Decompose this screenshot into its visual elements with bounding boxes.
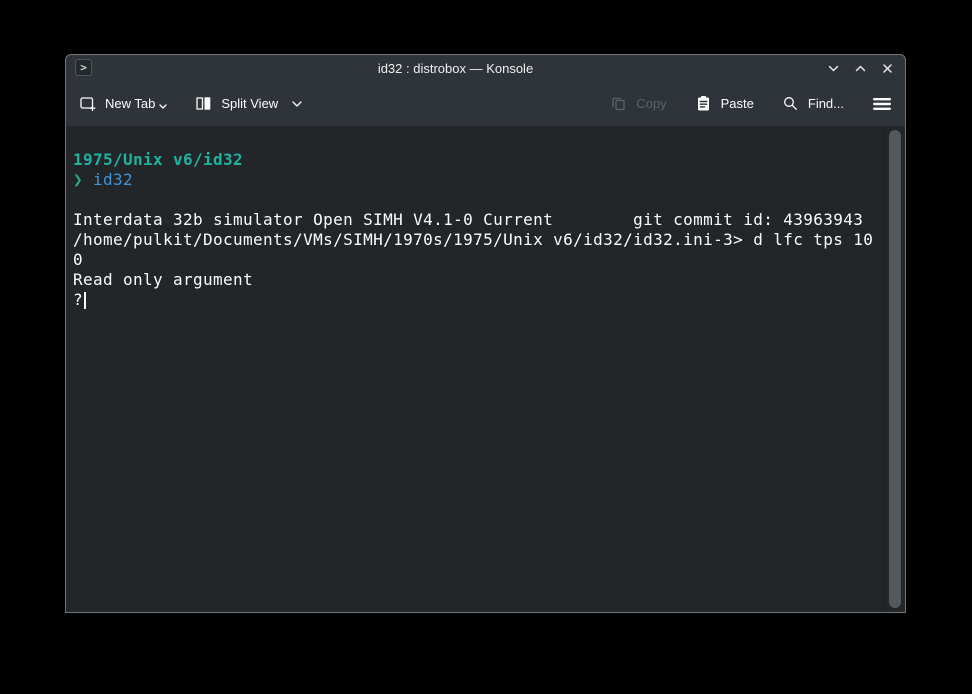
- hamburger-menu-button[interactable]: [872, 96, 892, 112]
- chevron-down-icon: [291, 100, 303, 108]
- titlebar[interactable]: > id32 : distrobox — Konsole: [66, 55, 905, 81]
- terminal-line: 1975/Unix v6/id32: [73, 150, 884, 170]
- split-view-label: Split View: [221, 96, 278, 111]
- terminal-text-segment: Read only argument: [73, 270, 253, 289]
- terminal-line: ?: [73, 290, 884, 310]
- find-button[interactable]: Find...: [782, 95, 844, 112]
- search-icon: [782, 95, 799, 112]
- konsole-app-icon[interactable]: >: [75, 59, 92, 76]
- scrollbar-track[interactable]: [884, 126, 905, 612]
- terminal-line: 0: [73, 250, 884, 270]
- terminal-text-segment: id32: [93, 170, 133, 189]
- terminal-line: Read only argument: [73, 270, 884, 290]
- minimize-button[interactable]: [825, 60, 841, 76]
- copy-label: Copy: [636, 96, 666, 111]
- tab-new-icon: [79, 95, 96, 112]
- konsole-window: > id32 : distrobox — Konsole: [65, 54, 906, 613]
- paste-button[interactable]: Paste: [695, 95, 754, 112]
- terminal-text-segment: ?: [73, 290, 83, 309]
- terminal-output[interactable]: 1975/Unix v6/id32❯ id32 Interdata 32b sim…: [66, 126, 884, 612]
- terminal-line: Interdata 32b simulator Open SIMH V4.1-0…: [73, 210, 884, 230]
- text-cursor: [84, 292, 86, 309]
- new-tab-button[interactable]: New Tab: [79, 95, 167, 112]
- split-view-icon: [195, 95, 212, 112]
- split-view-button[interactable]: Split View: [195, 95, 303, 112]
- toolbar: New Tab Split View: [66, 81, 905, 126]
- paste-label: Paste: [721, 96, 754, 111]
- copy-icon: [610, 95, 627, 112]
- window-title: id32 : distrobox — Konsole: [126, 55, 785, 81]
- new-tab-label: New Tab: [105, 96, 155, 111]
- new-tab-menu-arrow-icon: [159, 104, 167, 109]
- terminal-line: ❯ id32: [73, 170, 884, 190]
- close-icon: [881, 62, 894, 75]
- terminal-line: [73, 130, 884, 150]
- chevron-down-icon: [827, 62, 840, 75]
- chevron-up-icon: [854, 62, 867, 75]
- terminal-text-segment: ❯: [73, 170, 93, 189]
- maximize-button[interactable]: [852, 60, 868, 76]
- scrollbar-thumb[interactable]: [889, 130, 901, 608]
- terminal-text-segment: 0: [73, 250, 83, 269]
- terminal-text-segment: /home/pulkit/Documents/VMs/SIMH/1970s/19…: [73, 230, 873, 249]
- close-button[interactable]: [879, 60, 895, 76]
- terminal-text-segment: Interdata 32b simulator Open SIMH V4.1-0…: [73, 210, 863, 229]
- paste-icon: [695, 95, 712, 112]
- terminal-text-segment: 1975/Unix v6/id32: [73, 150, 243, 169]
- window-controls: [825, 55, 895, 81]
- find-label: Find...: [808, 96, 844, 111]
- terminal-line: /home/pulkit/Documents/VMs/SIMH/1970s/19…: [73, 230, 884, 250]
- hamburger-menu-icon: [872, 96, 892, 112]
- copy-button[interactable]: Copy: [610, 95, 666, 112]
- terminal-line: [73, 190, 884, 210]
- terminal-area[interactable]: 1975/Unix v6/id32❯ id32 Interdata 32b sim…: [66, 126, 905, 612]
